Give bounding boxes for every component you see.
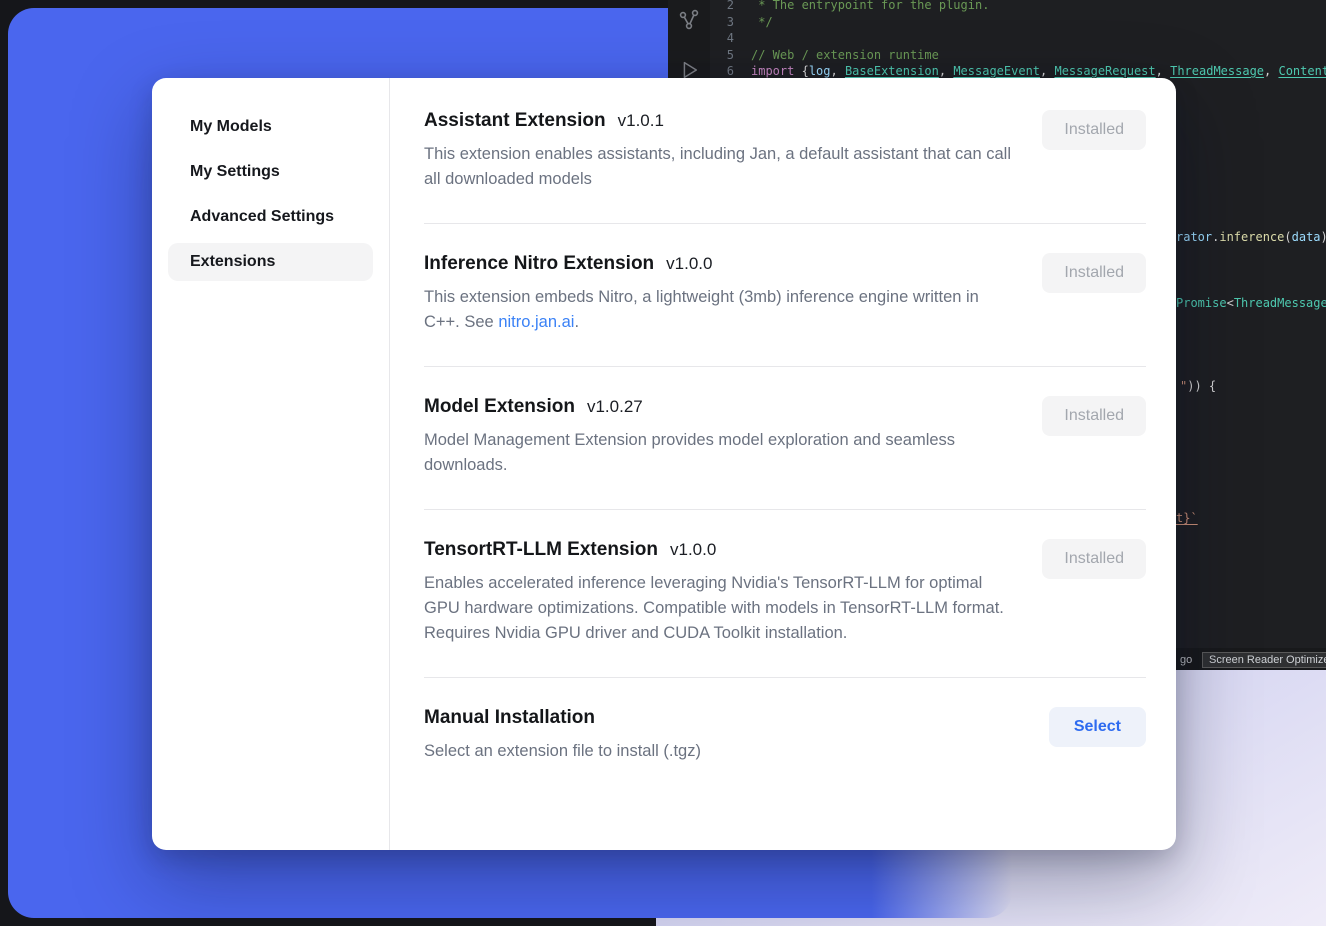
extension-version: v1.0.0: [670, 540, 716, 560]
sidebar-item-advanced-settings[interactable]: Advanced Settings: [168, 198, 373, 236]
code-text: // Web / extension runtime: [751, 47, 939, 64]
code-line: 5 // Web / extension runtime: [714, 47, 1326, 64]
manual-installation-description: Select an extension file to install (.tg…: [424, 739, 1014, 764]
code-fragment: Promise<ThreadMessage>: [1176, 296, 1326, 310]
code-area: 2 * The entrypoint for the plugin. 3 */ …: [714, 0, 1326, 80]
extension-entry-nitro: Inference Nitro Extension v1.0.0 This ex…: [424, 224, 1146, 367]
extension-version: v1.0.0: [666, 254, 712, 274]
extension-version: v1.0.1: [618, 111, 664, 131]
extension-description: This extension embeds Nitro, a lightweig…: [424, 285, 1014, 335]
sidebar-item-my-models[interactable]: My Models: [168, 108, 373, 146]
sidebar-item-extensions[interactable]: Extensions: [168, 243, 373, 281]
installed-button[interactable]: Installed: [1042, 253, 1146, 293]
settings-sidebar: My Models My Settings Advanced Settings …: [152, 78, 390, 850]
code-line: 3 */: [714, 14, 1326, 31]
settings-modal: My Models My Settings Advanced Settings …: [152, 78, 1176, 850]
extension-title: Inference Nitro Extension: [424, 253, 654, 275]
code-text: * The entrypoint for the plugin.: [751, 0, 989, 14]
extension-entry-assistant: Assistant Extension v1.0.1 This extensio…: [424, 78, 1146, 224]
manual-installation-title: Manual Installation: [424, 707, 595, 729]
extension-version: v1.0.27: [587, 397, 643, 417]
extension-description: This extension enables assistants, inclu…: [424, 142, 1014, 192]
code-text: */: [751, 14, 773, 31]
code-fragment: t}`: [1176, 511, 1198, 525]
line-number: 4: [714, 30, 734, 47]
extension-entry-tensorrt-llm: TensortRT-LLM Extension v1.0.0 Enables a…: [424, 510, 1146, 678]
nitro-jan-ai-link[interactable]: nitro.jan.ai: [498, 313, 574, 331]
line-number: 2: [714, 0, 734, 14]
line-number: 5: [714, 47, 734, 64]
status-bar-text: go: [1180, 654, 1192, 666]
extension-title: TensortRT-LLM Extension: [424, 539, 658, 561]
manual-installation-entry: Manual Installation Select an extension …: [424, 678, 1146, 790]
screen-reader-optimized-badge[interactable]: Screen Reader Optimized: [1202, 652, 1326, 668]
select-file-button[interactable]: Select: [1049, 707, 1146, 747]
extension-title: Model Extension: [424, 396, 575, 418]
code-fragment: rator.inference(data));: [1176, 230, 1326, 244]
source-control-icon[interactable]: [677, 8, 701, 35]
line-number: 3: [714, 14, 734, 31]
extension-title: Assistant Extension: [424, 110, 606, 132]
extension-description: Enables accelerated inference leveraging…: [424, 571, 1014, 646]
code-fragment: ")) {: [1180, 379, 1216, 393]
installed-button[interactable]: Installed: [1042, 539, 1146, 579]
extension-entry-model: Model Extension v1.0.27 Model Management…: [424, 367, 1146, 510]
desktop: 2 * The entrypoint for the plugin. 3 */ …: [0, 0, 1326, 926]
installed-button[interactable]: Installed: [1042, 396, 1146, 436]
installed-button[interactable]: Installed: [1042, 110, 1146, 150]
extensions-list: Assistant Extension v1.0.1 This extensio…: [390, 78, 1176, 850]
code-line: 4: [714, 30, 1326, 47]
code-line: 2 * The entrypoint for the plugin.: [714, 0, 1326, 14]
extension-description: Model Management Extension provides mode…: [424, 428, 1014, 478]
sidebar-item-my-settings[interactable]: My Settings: [168, 153, 373, 191]
